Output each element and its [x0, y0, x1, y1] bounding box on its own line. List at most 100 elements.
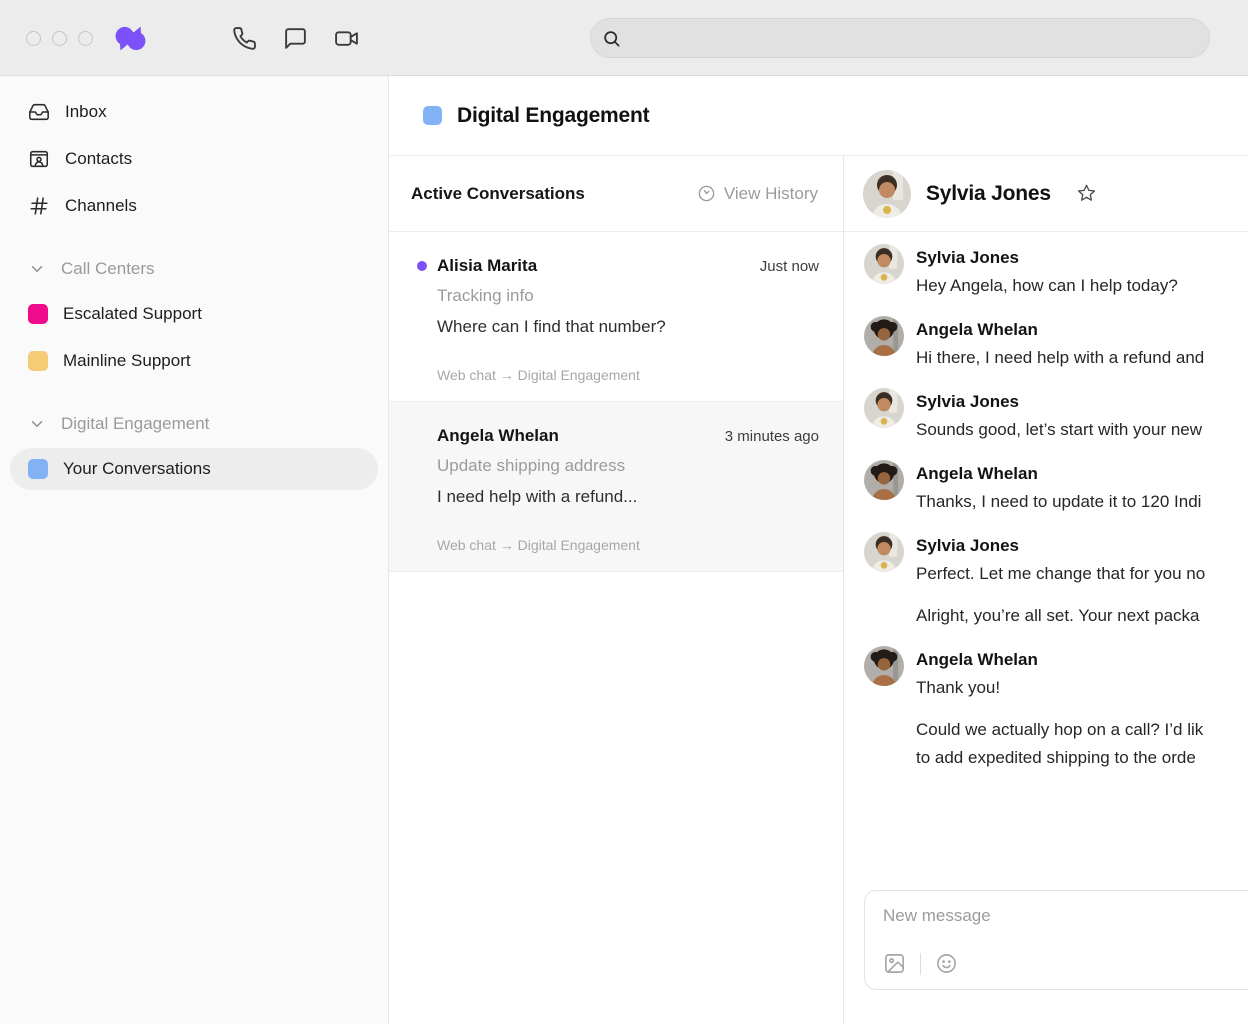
- message-sender: Sylvia Jones: [916, 244, 1178, 272]
- message-composer[interactable]: [864, 890, 1248, 990]
- sidebar-item-label: Channels: [65, 196, 137, 216]
- sidebar-item-label: Mainline Support: [63, 351, 191, 371]
- main-header: Digital Engagement: [389, 76, 1248, 156]
- sidebar-item-label: Escalated Support: [63, 304, 202, 324]
- page-title: Digital Engagement: [457, 104, 649, 128]
- new-message-input[interactable]: [883, 906, 1248, 926]
- conversation-subject: Update shipping address: [437, 456, 819, 476]
- sidebar: Inbox Contacts Channels Call Centers: [0, 76, 389, 1024]
- section-label: Digital Engagement: [61, 414, 209, 434]
- search-input[interactable]: [629, 29, 1209, 47]
- sidebar-item-escalated-support[interactable]: Escalated Support: [0, 290, 388, 337]
- list-title: Active Conversations: [411, 184, 585, 204]
- conversation-item[interactable]: Alisia Marita Just now Tracking info Whe…: [389, 232, 843, 402]
- message-text: to add expedited shipping to the orde: [916, 744, 1203, 772]
- avatar: [864, 388, 904, 428]
- conversation-channel: Web chat → Digital Engagement: [437, 367, 819, 383]
- escalated-support-swatch: [28, 304, 48, 324]
- composer-toolbar: [883, 952, 1248, 975]
- clock-icon: [697, 184, 716, 203]
- conversation-name: Alisia Marita: [437, 256, 537, 276]
- message-group: Angela Whelan Thanks, I need to update i…: [864, 460, 1248, 516]
- message-text: Sounds good, let’s start with your new: [916, 416, 1202, 444]
- section-digital-engagement[interactable]: Digital Engagement: [0, 409, 388, 439]
- image-attach-icon[interactable]: [883, 952, 906, 975]
- sidebar-item-inbox[interactable]: Inbox: [0, 88, 388, 135]
- message-list: Sylvia Jones Hey Angela, how can I help …: [844, 232, 1248, 878]
- conversation-time: Just now: [760, 258, 819, 275]
- conversation-list-panel: Active Conversations View History Alisia…: [389, 156, 844, 1024]
- mainline-support-swatch: [28, 351, 48, 371]
- conversation-time: 3 minutes ago: [725, 428, 819, 445]
- conversation-preview: Where can I find that number?: [437, 317, 819, 337]
- sidebar-item-label: Contacts: [65, 149, 132, 169]
- video-icon[interactable]: [334, 26, 359, 51]
- chevron-down-icon: [28, 260, 46, 278]
- conversation-list-header: Active Conversations View History: [389, 156, 843, 232]
- message-text: Perfect. Let me change that for you no: [916, 560, 1205, 588]
- phone-icon[interactable]: [232, 26, 257, 51]
- message-sender: Angela Whelan: [916, 316, 1204, 344]
- chat-contact-name: Sylvia Jones: [926, 182, 1051, 206]
- sidebar-item-mainline-support[interactable]: Mainline Support: [0, 337, 388, 384]
- avatar: [863, 170, 911, 218]
- avatar: [864, 316, 904, 356]
- window-control-minimize[interactable]: [52, 31, 67, 46]
- message-sender: Angela Whelan: [916, 460, 1201, 488]
- message-group: Sylvia Jones Perfect. Let me change that…: [864, 532, 1248, 630]
- chat-header: Sylvia Jones: [844, 156, 1248, 232]
- message-group: Angela Whelan Hi there, I need help with…: [864, 316, 1248, 372]
- inbox-icon: [28, 101, 50, 123]
- window-control-close[interactable]: [26, 31, 41, 46]
- avatar: [864, 460, 904, 500]
- avatar: [864, 646, 904, 686]
- search-bar[interactable]: [590, 18, 1210, 58]
- sidebar-item-label: Inbox: [65, 102, 107, 122]
- unread-indicator: [417, 261, 427, 271]
- message-sender: Sylvia Jones: [916, 532, 1205, 560]
- message-group: Sylvia Jones Hey Angela, how can I help …: [864, 244, 1248, 300]
- message-text: Alright, you’re all set. Your next packa: [916, 602, 1205, 630]
- avatar: [864, 244, 904, 284]
- window-control-zoom[interactable]: [78, 31, 93, 46]
- sidebar-item-label: Your Conversations: [63, 459, 211, 479]
- message-group: Angela Whelan Thank you! Could we actual…: [864, 646, 1248, 772]
- conversation-name: Angela Whelan: [437, 426, 559, 446]
- toolbar-divider: [920, 953, 921, 975]
- conversation-item-selected[interactable]: Angela Whelan 3 minutes ago Update shipp…: [389, 402, 843, 572]
- chat-panel: Sylvia Jones Sylvia Jones Hey Angela, ho…: [844, 156, 1248, 1024]
- window-controls: [26, 31, 93, 46]
- section-call-centers[interactable]: Call Centers: [0, 254, 388, 284]
- conversation-channel: Web chat → Digital Engagement: [437, 537, 819, 553]
- chat-icon[interactable]: [283, 26, 308, 51]
- dialpad-logo-icon: [114, 25, 147, 52]
- search-icon: [602, 29, 621, 48]
- message-sender: Angela Whelan: [916, 646, 1203, 674]
- sidebar-item-contacts[interactable]: Contacts: [0, 135, 388, 182]
- view-history-label: View History: [724, 184, 818, 204]
- message-text: Thank you!: [916, 674, 1203, 702]
- sidebar-item-your-conversations[interactable]: Your Conversations: [10, 448, 378, 490]
- digital-engagement-swatch: [423, 106, 442, 125]
- main-area: Digital Engagement Active Conversations …: [389, 76, 1248, 1024]
- hash-icon: [28, 195, 50, 217]
- sidebar-item-channels[interactable]: Channels: [0, 182, 388, 229]
- top-bar: [0, 0, 1248, 76]
- star-icon[interactable]: [1076, 183, 1097, 204]
- section-label: Call Centers: [61, 259, 155, 279]
- message-text: Could we actually hop on a call? I’d lik: [916, 716, 1203, 744]
- contacts-icon: [28, 148, 50, 170]
- message-group: Sylvia Jones Sounds good, let’s start wi…: [864, 388, 1248, 444]
- view-history-button[interactable]: View History: [697, 184, 818, 204]
- conversation-subject: Tracking info: [437, 286, 819, 306]
- unread-indicator: [417, 431, 427, 441]
- conversation-preview: I need help with a refund...: [437, 487, 819, 507]
- your-conversations-swatch: [28, 459, 48, 479]
- message-text: Hi there, I need help with a refund and: [916, 344, 1204, 372]
- emoji-icon[interactable]: [935, 952, 958, 975]
- message-text: Hey Angela, how can I help today?: [916, 272, 1178, 300]
- avatar: [864, 532, 904, 572]
- message-sender: Sylvia Jones: [916, 388, 1202, 416]
- app-body: Inbox Contacts Channels Call Centers: [0, 76, 1248, 1024]
- message-text: Thanks, I need to update it to 120 Indi: [916, 488, 1201, 516]
